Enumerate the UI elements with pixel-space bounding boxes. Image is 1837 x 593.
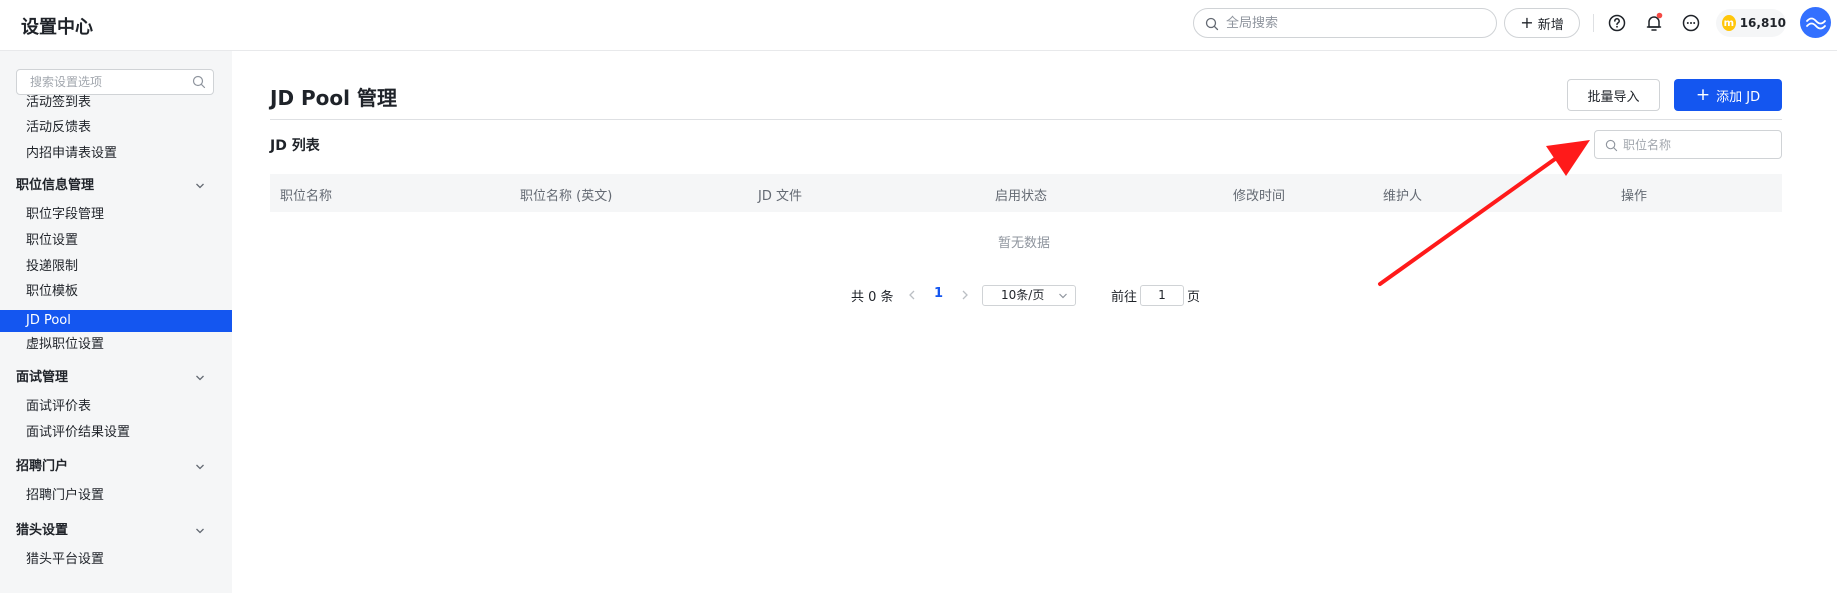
add-jd-button[interactable]: + 添加 JD xyxy=(1674,79,1782,111)
sidebar-group-portal[interactable]: 招聘门户 xyxy=(0,456,232,478)
pagination-goto-unit: 页 xyxy=(1187,290,1201,305)
page-size-select[interactable]: 10条/页 xyxy=(982,285,1076,306)
pagination-total: 共 0 条 xyxy=(851,290,894,305)
pagination-goto-input[interactable]: 1 xyxy=(1140,285,1184,306)
page-title: JD Pool 管理 xyxy=(270,86,397,110)
column-header: 职位名称 xyxy=(280,189,333,204)
column-header: 操作 xyxy=(1621,189,1648,204)
pagination-goto-label: 前往 xyxy=(1111,290,1138,305)
chevron-down-icon xyxy=(196,464,204,470)
sidebar-item-activity-feedback[interactable]: 活动反馈表 xyxy=(0,117,232,139)
bell-icon[interactable] xyxy=(1643,12,1665,34)
sidebar-item-position-template[interactable]: 职位模板 xyxy=(0,281,232,303)
column-header: JD 文件 xyxy=(758,189,802,204)
chevron-down-icon xyxy=(196,183,204,189)
column-header: 修改时间 xyxy=(1233,189,1286,204)
add-jd-label: 添加 JD xyxy=(1716,89,1761,105)
sidebar-item-virtual-position[interactable]: 虚拟职位设置 xyxy=(0,334,232,356)
annotation-arrow xyxy=(1378,140,1590,286)
help-icon[interactable] xyxy=(1606,12,1628,34)
chevron-down-icon xyxy=(196,375,204,381)
position-search[interactable] xyxy=(1594,130,1782,159)
batch-import-button[interactable]: 批量导入 xyxy=(1567,79,1660,111)
empty-state: 暂无数据 xyxy=(998,236,1051,251)
sidebar-item-interview-result[interactable]: 面试评价结果设置 xyxy=(0,422,232,444)
position-search-input[interactable] xyxy=(1623,137,1773,153)
more-icon[interactable] xyxy=(1680,12,1702,34)
page-size-value: 10条/页 xyxy=(1001,288,1045,302)
sidebar-item-jd-pool[interactable]: JD Pool xyxy=(0,310,232,332)
sidebar-group-interview[interactable]: 面试管理 xyxy=(0,367,232,389)
avatar[interactable] xyxy=(1800,7,1831,38)
search-icon xyxy=(192,75,206,89)
chevron-down-icon xyxy=(1059,293,1067,299)
sidebar-group-position-info[interactable]: 职位信息管理 xyxy=(0,175,232,197)
sidebar-item-position-fields[interactable]: 职位字段管理 xyxy=(0,204,232,226)
pagination-page[interactable]: 1 xyxy=(934,286,943,301)
global-search[interactable] xyxy=(1193,8,1497,38)
column-header: 启用状态 xyxy=(995,189,1048,204)
chevron-down-icon xyxy=(196,528,204,534)
sidebar-item-portal-settings[interactable]: 招聘门户设置 xyxy=(0,485,232,507)
plus-icon: + xyxy=(1520,13,1534,32)
coin-count: 16,810 xyxy=(1739,16,1786,30)
global-search-input[interactable] xyxy=(1226,13,1486,33)
sidebar-item-interview-form[interactable]: 面试评价表 xyxy=(0,396,232,418)
new-button[interactable]: + 新增 xyxy=(1504,8,1580,38)
top-bar: 设置中心 + 新增 m 16,810 xyxy=(0,0,1837,51)
title-divider xyxy=(270,119,1782,120)
coin-icon: m xyxy=(1722,15,1736,31)
sidebar-item-activity-signin[interactable]: 活动签到表 xyxy=(0,92,232,114)
search-icon xyxy=(1205,17,1219,31)
sidebar: 活动签到表 活动反馈表 内招申请表设置 职位信息管理 职位字段管理 职位设置 投… xyxy=(0,51,232,593)
sidebar-search-input[interactable] xyxy=(30,74,190,90)
sidebar-item-internal-referral[interactable]: 内招申请表设置 xyxy=(0,143,232,165)
new-button-label: 新增 xyxy=(1537,17,1564,33)
sidebar-item-headhunter-platform[interactable]: 猎头平台设置 xyxy=(0,549,232,571)
plus-icon: + xyxy=(1695,84,1711,105)
column-header: 职位名称 (英文) xyxy=(520,189,613,204)
coin-balance[interactable]: m 16,810 xyxy=(1716,9,1786,37)
app-title: 设置中心 xyxy=(21,17,93,38)
list-title: JD 列表 xyxy=(270,138,320,154)
sidebar-item-position-settings[interactable]: 职位设置 xyxy=(0,230,232,252)
chevron-left-icon[interactable] xyxy=(906,288,918,302)
header-divider xyxy=(1593,14,1594,32)
sidebar-group-headhunter[interactable]: 猎头设置 xyxy=(0,520,232,542)
brand-logo-icon xyxy=(1805,17,1826,29)
chevron-right-icon[interactable] xyxy=(959,288,971,302)
search-icon xyxy=(1605,139,1618,152)
sidebar-item-delivery-limit[interactable]: 投递限制 xyxy=(0,256,232,278)
